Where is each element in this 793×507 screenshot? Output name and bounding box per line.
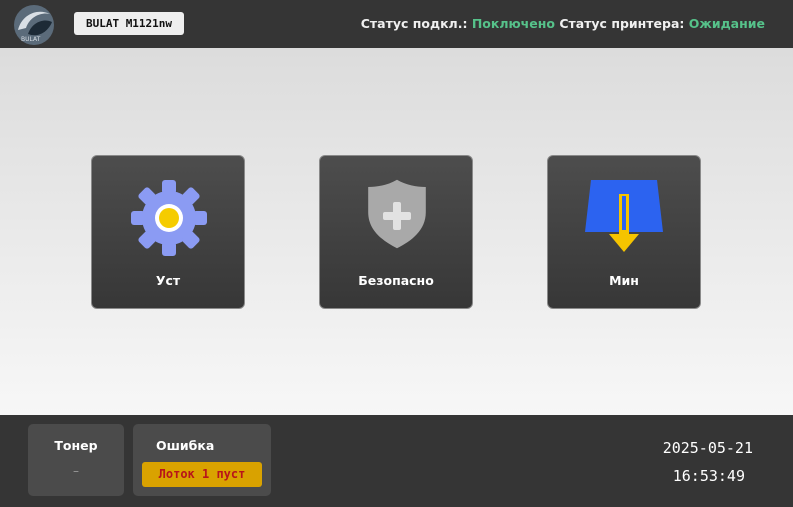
error-card[interactable]: Ошибка Лоток 1 пуст xyxy=(133,424,271,496)
printer-model-badge: BULAT M1121nw xyxy=(74,12,184,35)
top-bar: BULAT BULAT M1121nw Статус подкл.: Поклю… xyxy=(0,0,793,48)
connection-status-label: Статус подкл.: xyxy=(360,16,468,31)
home-panel: Уст Безопасно Мин xyxy=(0,48,793,415)
toner-card[interactable]: Тонер – xyxy=(28,424,124,496)
printer-status-label: Статус принтера: xyxy=(559,16,685,31)
settings-tile[interactable]: Уст xyxy=(91,155,245,309)
status-line: Статус подкл.: Поключено Статус принтера… xyxy=(361,16,765,31)
error-title: Ошибка xyxy=(156,438,215,453)
security-tile[interactable]: Безопасно xyxy=(319,155,473,309)
svg-text:BULAT: BULAT xyxy=(21,36,41,43)
connection-status-value: Поключено xyxy=(471,16,555,31)
current-date: 2025-05-21 xyxy=(662,439,753,457)
bottom-bar: Тонер – Ошибка Лоток 1 пуст 2025-05-21 1… xyxy=(0,415,793,507)
current-time: 16:53:49 xyxy=(672,467,745,485)
minimal-tile-label: Мин xyxy=(609,273,639,288)
minimal-tile[interactable]: Мин xyxy=(547,155,701,309)
shield-plus-icon xyxy=(357,178,437,258)
toner-title: Тонер xyxy=(54,438,98,453)
gear-icon xyxy=(129,178,209,258)
paper-tray-download-icon xyxy=(585,178,665,258)
toner-value: – xyxy=(73,464,79,478)
error-message-badge: Лоток 1 пуст xyxy=(142,462,262,487)
printer-status-value: Ожидание xyxy=(688,16,765,31)
security-tile-label: Безопасно xyxy=(358,273,434,288)
settings-tile-label: Уст xyxy=(155,273,181,288)
brand-logo-icon: BULAT xyxy=(12,4,58,46)
